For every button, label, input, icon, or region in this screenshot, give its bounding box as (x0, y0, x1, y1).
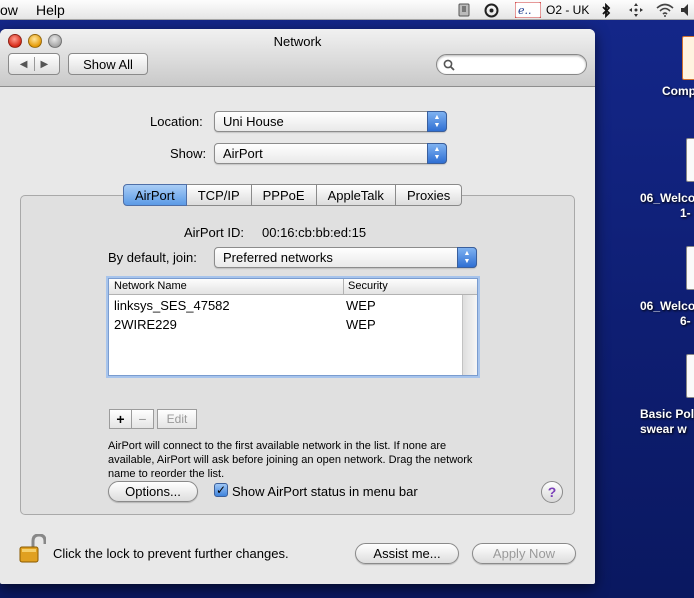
window-title: Network (273, 34, 322, 49)
lock-message: Click the lock to prevent further change… (53, 546, 289, 561)
show-value: AirPort (223, 146, 263, 161)
show-popup[interactable]: AirPort ▲ ▼ (214, 143, 447, 164)
document-file-icon[interactable] (686, 354, 694, 398)
location-popup[interactable]: Uni House ▲ ▼ (214, 111, 447, 132)
join-label: By default, join: (108, 250, 197, 265)
script-icon[interactable]: e.. (514, 0, 542, 20)
search-field[interactable] (436, 54, 587, 75)
wifi-icon[interactable] (654, 0, 676, 20)
volume-icon[interactable] (680, 0, 694, 20)
desktop-label-welcome-1[interactable]: 06_Welco (640, 191, 694, 205)
desktop-label-welcome-1b[interactable]: 1- (680, 206, 691, 220)
table-header: Network Name Security (109, 279, 477, 295)
menu-window[interactable]: ow (0, 2, 18, 18)
tab-tcpip[interactable]: TCP/IP (186, 184, 252, 206)
column-divider (343, 279, 344, 295)
edit-network-button[interactable]: Edit (157, 409, 197, 429)
show-all-button[interactable]: Show All (68, 53, 148, 75)
sync-icon[interactable] (481, 0, 501, 20)
desktop-label-basic-b[interactable]: swear w (640, 422, 687, 436)
network-name: linksys_SES_47582 (114, 298, 230, 313)
join-value: Preferred networks (223, 250, 333, 265)
popup-arrows-icon: ▲ ▼ (427, 143, 447, 164)
move-icon[interactable] (626, 0, 646, 20)
lock-icon[interactable] (18, 534, 46, 564)
preferred-networks-table[interactable]: Network Name Security linksys_SES_47582 … (108, 278, 478, 376)
svg-text:e..: e.. (518, 4, 532, 17)
search-icon (443, 59, 455, 71)
column-network-name[interactable]: Network Name (114, 280, 187, 292)
show-status-checkbox[interactable]: ✓ (214, 483, 228, 497)
back-forward-buttons[interactable]: ◀ ▶ (8, 53, 60, 75)
desktop-label-basic[interactable]: Basic Pol (640, 407, 694, 421)
forward-arrow-icon[interactable]: ▶ (41, 59, 49, 70)
drive-icon[interactable] (454, 0, 474, 20)
document-file-icon[interactable] (686, 138, 694, 182)
menu-bar: ow Help e.. O2 - UK (0, 0, 694, 20)
apply-now-button[interactable]: Apply Now (472, 543, 576, 564)
table-row[interactable]: linksys_SES_47582 WEP (109, 296, 461, 315)
menu-help[interactable]: Help (36, 2, 65, 18)
desktop-label-welcome-2[interactable]: 06_Welco (640, 299, 694, 313)
document-file-icon[interactable] (686, 246, 694, 290)
popup-arrows-icon: ▲ ▼ (457, 247, 477, 268)
tab-appletalk[interactable]: AppleTalk (316, 184, 396, 206)
help-button[interactable]: ? (541, 481, 563, 503)
show-status-label[interactable]: Show AirPort status in menu bar (232, 484, 418, 499)
desktop-label-welcome-2b[interactable]: 6- (680, 314, 691, 328)
network-preferences-window: Network ◀ ▶ Show All Location: Uni House… (0, 29, 595, 584)
remove-network-button[interactable]: − (131, 409, 154, 429)
table-row[interactable]: 2WIRE229 WEP (109, 315, 461, 334)
tab-pppoe[interactable]: PPPoE (251, 184, 317, 206)
table-scrollbar[interactable] (462, 295, 477, 375)
location-label: Location: (150, 114, 203, 129)
airport-id-label: AirPort ID: (184, 225, 244, 240)
location-value: Uni House (223, 114, 284, 129)
options-button[interactable]: Options... (108, 481, 198, 502)
bluetooth-icon[interactable] (596, 0, 616, 20)
tab-airport[interactable]: AirPort (123, 184, 187, 206)
network-name: 2WIRE229 (114, 317, 177, 332)
desktop-label-comp[interactable]: Comp (662, 84, 694, 98)
popup-arrows-icon: ▲ ▼ (427, 111, 447, 132)
column-security[interactable]: Security (348, 280, 388, 292)
presentation-file-icon[interactable] (682, 36, 694, 80)
join-popup[interactable]: Preferred networks ▲ ▼ (214, 247, 477, 268)
carrier-name[interactable]: O2 - UK (546, 3, 589, 17)
tab-bar: AirPort TCP/IP PPPoE AppleTalk Proxies (123, 184, 463, 206)
show-label: Show: (170, 146, 207, 161)
add-network-button[interactable]: + (109, 409, 132, 429)
back-arrow-icon[interactable]: ◀ (20, 59, 28, 70)
assist-me-button[interactable]: Assist me... (355, 543, 459, 564)
window-toolbar: Network ◀ ▶ Show All (0, 29, 595, 87)
network-security: WEP (346, 317, 376, 332)
network-security: WEP (346, 298, 376, 313)
tab-proxies[interactable]: Proxies (395, 184, 463, 206)
airport-id-value: 00:16:cb:bb:ed:15 (262, 225, 367, 240)
airport-help-text: AirPort will connect to the first availa… (108, 440, 473, 480)
